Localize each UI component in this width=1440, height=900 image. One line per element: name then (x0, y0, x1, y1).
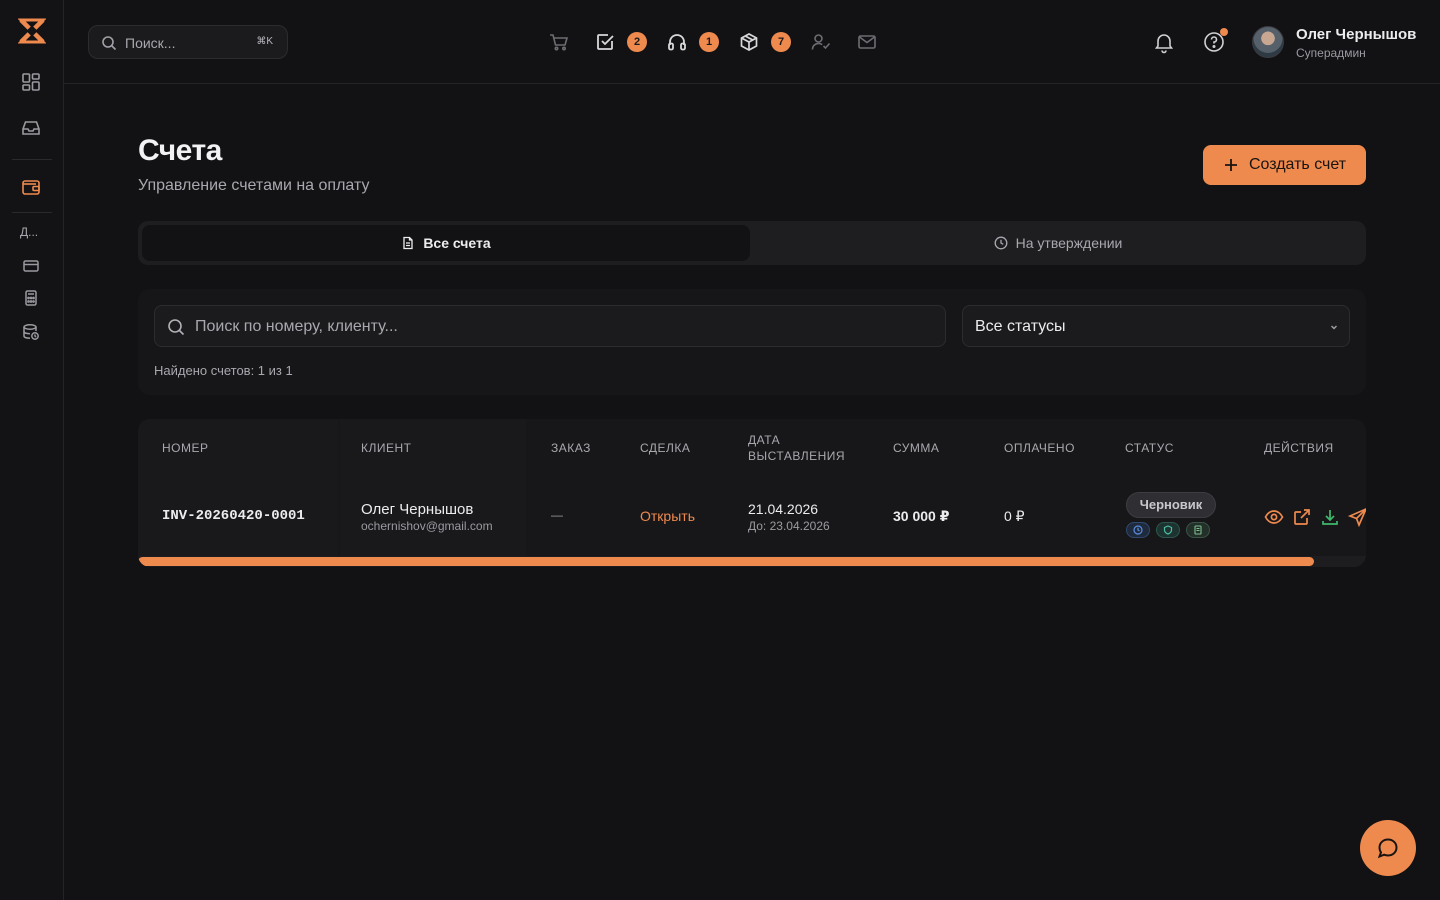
cart-icon[interactable] (548, 31, 570, 53)
issue-date: 21.04.2026 (748, 501, 819, 517)
tab-label: Все счета (423, 235, 491, 251)
dashboard-icon[interactable] (20, 71, 42, 93)
tab-label: На утверждении (1015, 235, 1123, 251)
column-header-amount: Сумма (893, 441, 940, 455)
headset-icon[interactable] (666, 31, 688, 53)
package-icon[interactable] (738, 31, 760, 53)
invoice-number[interactable]: INV-20260420-0001 (162, 508, 305, 524)
client-email: ochernishov@gmail.com (361, 519, 493, 533)
horizontal-scrollbar[interactable] (138, 556, 1366, 567)
chat-button[interactable] (1360, 820, 1416, 876)
top-header: ⌘K 2 1 7 Олег Чернышов Суперадмин (64, 0, 1440, 84)
tasks-badge: 2 (627, 32, 647, 52)
column-header-date-line1: Дата (748, 433, 781, 447)
tasks-icon[interactable] (594, 31, 616, 53)
external-link-icon[interactable] (1292, 507, 1312, 527)
column-header-date-line2: выставления (748, 449, 846, 463)
calculator-icon[interactable] (20, 287, 42, 309)
tab-pending-approval[interactable]: На утверждении (754, 225, 1362, 261)
paid-amount: 0 ₽ (1004, 508, 1025, 524)
view-eye-icon[interactable] (1264, 507, 1284, 527)
status-filter-value: Все статусы (975, 318, 1066, 335)
client-name: Олег Чернышов (361, 501, 474, 518)
user-avatar[interactable] (1252, 26, 1284, 58)
page-title: Счета (138, 134, 222, 167)
chat-bubble-icon (1377, 838, 1398, 859)
invoice-amount: 30 000 ₽ (893, 508, 950, 524)
status-badge: Черновик (1126, 492, 1216, 518)
due-date: До: 23.04.2026 (748, 519, 830, 533)
send-icon[interactable] (1348, 507, 1366, 527)
plus-icon (1223, 157, 1239, 173)
column-header-paid: Оплачено (1004, 441, 1075, 455)
column-header-client: Клиент (361, 441, 412, 455)
open-deal-link[interactable]: Открыть (640, 508, 695, 524)
clock-icon (994, 236, 1008, 250)
bell-icon[interactable] (1152, 30, 1176, 54)
notification-dot (1220, 28, 1228, 36)
sidebar-divider (12, 159, 52, 160)
receipt-status-icon (1186, 522, 1210, 538)
app-logo[interactable] (18, 17, 46, 45)
page-subtitle: Управление счетами на оплату (138, 177, 370, 194)
download-icon[interactable] (1320, 507, 1340, 527)
support-badge: 1 (699, 32, 719, 52)
clock-status-icon (1126, 522, 1150, 538)
wallet-icon[interactable] (20, 176, 42, 198)
invoices-table: Номер Клиент Заказ Сделка Дата выставлен… (138, 419, 1366, 567)
user-role: Суперадмин (1296, 46, 1366, 60)
document-icon (401, 236, 415, 250)
order-value: — (551, 508, 563, 522)
column-header-number: Номер (162, 441, 209, 455)
search-icon (167, 318, 185, 336)
column-header-order: Заказ (551, 441, 591, 455)
sidebar-divider (12, 212, 52, 213)
results-count: Найдено счетов: 1 из 1 (154, 363, 293, 378)
column-header-actions: Действия (1264, 441, 1334, 455)
search-shortcut: ⌘K (256, 36, 273, 47)
invoice-tabs: Все счета На утверждении (138, 221, 1366, 265)
invoice-search[interactable] (154, 305, 946, 347)
global-search[interactable]: ⌘K (88, 25, 288, 59)
tab-all-invoices[interactable]: Все счета (142, 225, 750, 261)
global-search-input[interactable] (125, 32, 245, 54)
create-invoice-button[interactable]: Создать счет (1203, 145, 1366, 185)
status-filter-select[interactable]: Все статусы (962, 305, 1350, 347)
packages-badge: 7 (771, 32, 791, 52)
create-invoice-label: Создать счет (1248, 156, 1347, 173)
user-check-icon[interactable] (810, 31, 832, 53)
credit-card-icon[interactable] (20, 255, 42, 277)
invoice-search-input[interactable] (195, 315, 915, 339)
sidebar: Д... (0, 0, 64, 900)
scrollbar-thumb[interactable] (138, 557, 1314, 566)
column-header-status: Статус (1125, 441, 1174, 455)
column-header-deal: Сделка (640, 441, 691, 455)
shield-status-icon (1156, 522, 1180, 538)
filter-card: Все статусы Найдено счетов: 1 из 1 (138, 289, 1366, 395)
user-name[interactable]: Олег Чернышов (1296, 26, 1416, 43)
inbox-icon[interactable] (20, 117, 42, 139)
mail-icon[interactable] (856, 31, 878, 53)
database-sync-icon[interactable] (20, 321, 42, 343)
sidebar-section-label: Д... (20, 225, 39, 239)
search-icon (101, 35, 117, 51)
chevron-down-icon (1329, 322, 1339, 332)
